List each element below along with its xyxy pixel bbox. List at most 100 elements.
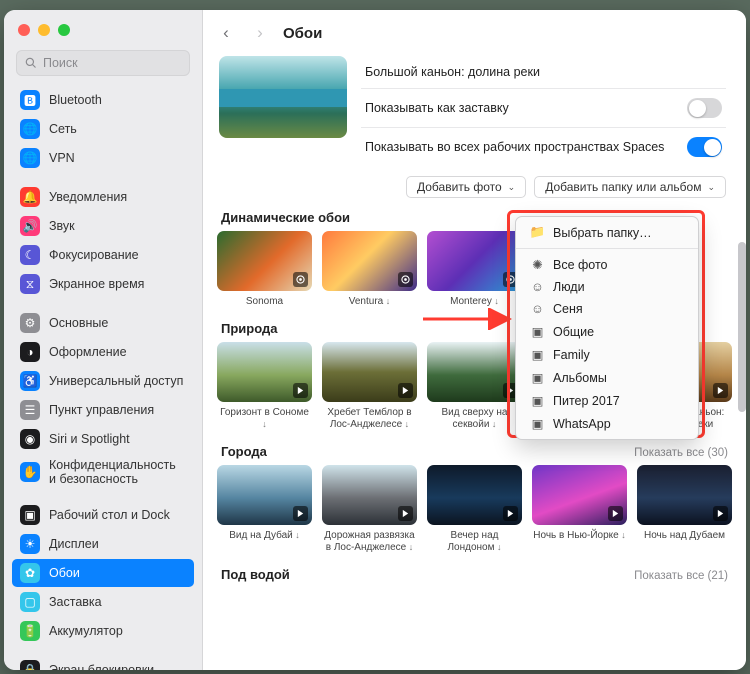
search-icon (25, 57, 37, 69)
add-photo-button[interactable]: Добавить фото⌄ (406, 176, 526, 198)
dropdown-item[interactable]: ▣Питер 2017 (516, 389, 698, 412)
wallpaper-card[interactable]: Вид на Дубай ↓ (217, 465, 312, 555)
page-title: Обои (283, 25, 322, 42)
wallpaper-card[interactable]: Вечер над Лондоном ↓ (427, 465, 522, 555)
sidebar-item-label: Заставка (49, 595, 102, 609)
minimize-window[interactable] (38, 24, 50, 36)
sidebar-item[interactable]: ⧖ Экранное время (12, 270, 194, 298)
wallpaper-thumb (427, 465, 522, 525)
wallpaper-card[interactable]: Горизонт в Сономе ↓ (217, 342, 312, 432)
scrollbar[interactable] (738, 242, 746, 412)
wallpaper-card[interactable]: Дорожная развязка в Лос-Анджелесе ↓ (322, 465, 417, 555)
chevron-down-icon: ⌄ (508, 182, 516, 193)
section-title: Города (221, 444, 267, 459)
close-window[interactable] (18, 24, 30, 36)
dynamic-badge-icon (398, 272, 413, 287)
dropdown-item-icon: ▣ (530, 324, 545, 339)
wallpaper-label: Ночь в Нью-Йорке ↓ (532, 530, 627, 543)
wallpaper-card[interactable]: Хребет Темблор в Лос-Анджелесе ↓ (322, 342, 417, 432)
sidebar-item-icon: 🔊 (20, 216, 40, 236)
show-all-link[interactable]: Показать все (21) (634, 570, 728, 582)
sidebar-item-icon: 🌐 (20, 119, 40, 139)
sidebar-item-label: Сеть (49, 122, 77, 136)
sidebar-item[interactable]: 🔋Аккумулятор (12, 617, 194, 645)
wallpaper-card[interactable]: Ночь над Дубаем (637, 465, 732, 555)
show-all-link[interactable]: Показать все (30) (634, 447, 728, 459)
sidebar-item-label: Siri и Spotlight (49, 432, 130, 446)
spaces-toggle[interactable] (687, 137, 722, 157)
sidebar-item-icon: 🔒 (20, 660, 40, 670)
sidebar-item-icon: 🔔 (20, 187, 40, 207)
sidebar-item[interactable]: 🔔Уведомления (12, 183, 194, 211)
sidebar-item[interactable]: ◑Оформление (12, 338, 194, 366)
sidebar-item-label: Экранное время (49, 277, 144, 291)
sidebar-item[interactable]: 🌐VPN (12, 144, 194, 172)
wallpaper-name: Большой каньон: долина реки (365, 65, 540, 79)
section-underwater: Под водой Показать все (21) (217, 563, 732, 588)
dropdown-item[interactable]: ▣Общие (516, 320, 698, 343)
wallpaper-card[interactable]: Sonoma (217, 231, 312, 309)
forward-button[interactable]: › (249, 22, 271, 44)
wallpaper-label: Sonoma (217, 296, 312, 309)
sidebar-item[interactable]: ✿Обои (12, 559, 194, 587)
dropdown-item[interactable]: ☺Люди (516, 276, 698, 298)
wallpaper-preview[interactable] (219, 56, 347, 138)
sidebar-item[interactable]: ▢Заставка (12, 588, 194, 616)
wallpaper-card[interactable]: Monterey ↓ (427, 231, 522, 309)
sidebar-item-icon: ⧖ (20, 274, 40, 294)
dropdown-item-icon: ✺ (530, 257, 545, 272)
sidebar-item[interactable]: 🔊Звук (12, 212, 194, 240)
screensaver-label: Показывать как заставку (365, 101, 509, 115)
sidebar-item[interactable]: 🅱Bluetooth (12, 86, 194, 114)
wallpaper-label: Monterey ↓ (427, 296, 522, 309)
dropdown-item[interactable]: ☺Сеня (516, 298, 698, 320)
dropdown-item[interactable]: ▣WhatsApp (516, 412, 698, 435)
sidebar-item-icon: 🌐 (20, 148, 40, 168)
wallpaper-label: Ventura ↓ (322, 296, 417, 309)
chevron-down-icon: ⌄ (707, 182, 715, 193)
add-folder-button[interactable]: Добавить папку или альбом⌄ (534, 176, 726, 198)
back-button[interactable]: ‹ (215, 22, 237, 44)
dropdown-item-label: Люди (553, 280, 585, 294)
screensaver-toggle[interactable] (687, 98, 722, 118)
wallpaper-label: Дорожная развязка в Лос-Анджелесе ↓ (322, 530, 417, 555)
sidebar-item[interactable]: ☀Дисплеи (12, 530, 194, 558)
sidebar-item[interactable]: ◉Siri и Spotlight (12, 425, 194, 453)
sidebar-item-label: Универсальный доступ (49, 374, 183, 388)
sidebar-item[interactable]: ✋Конфиденциальность и безопасность (12, 454, 194, 490)
sidebar-item[interactable]: ☰ Пункт управления (12, 396, 194, 424)
wallpaper-label: Хребет Темблор в Лос-Анджелесе ↓ (322, 407, 417, 432)
video-badge-icon (713, 506, 728, 521)
dropdown-item-icon: ▣ (530, 347, 545, 362)
dynamic-badge-icon (293, 272, 308, 287)
wallpaper-label: Вечер над Лондоном ↓ (427, 530, 522, 555)
sidebar-item-icon: ♿ (20, 371, 40, 391)
sidebar-item[interactable]: ☾Фокусирование (12, 241, 194, 269)
section-title: Под водой (221, 567, 290, 582)
dropdown-item[interactable]: ▣Family (516, 343, 698, 366)
spaces-label: Показывать во всех рабочих пространствах… (365, 140, 664, 154)
zoom-window[interactable] (58, 24, 70, 36)
sidebar-item[interactable]: 🌐 Сеть (12, 115, 194, 143)
settings-window: Поиск 🅱Bluetooth 🌐 Сеть 🌐VPN 🔔Уведомления🔊Зв… (4, 10, 746, 670)
sidebar-item-icon: ◑ (20, 342, 40, 362)
dropdown-item[interactable]: 📁Выбрать папку… (516, 221, 698, 244)
wallpaper-card[interactable]: Ventura ↓ (322, 231, 417, 309)
sidebar-item-icon: ☰ (20, 400, 40, 420)
wallpaper-card[interactable]: Ночь в Нью-Йорке ↓ (532, 465, 627, 555)
sidebar-item-label: Пункт управления (49, 403, 154, 417)
sidebar-item[interactable]: ♿ Универсальный доступ (12, 367, 194, 395)
wallpaper-label: Ночь над Дубаем (637, 530, 732, 543)
sidebar-item[interactable]: 🔒Экран блокировки (12, 656, 194, 670)
section-title: Природа (221, 321, 277, 336)
wallpaper-thumb (217, 342, 312, 402)
wallpaper-thumb (637, 465, 732, 525)
wallpaper-label: Горизонт в Сономе ↓ (217, 407, 312, 432)
wallpaper-card[interactable]: Вид сверху на секвойи ↓ (427, 342, 522, 432)
dropdown-item-label: Питер 2017 (553, 394, 620, 408)
dropdown-item[interactable]: ▣Альбомы (516, 366, 698, 389)
sidebar-item[interactable]: ▣Рабочий стол и Dock (12, 501, 194, 529)
search-input[interactable]: Поиск (16, 50, 190, 76)
sidebar-item[interactable]: ⚙Основные (12, 309, 194, 337)
dropdown-item[interactable]: ✺Все фото (516, 253, 698, 276)
